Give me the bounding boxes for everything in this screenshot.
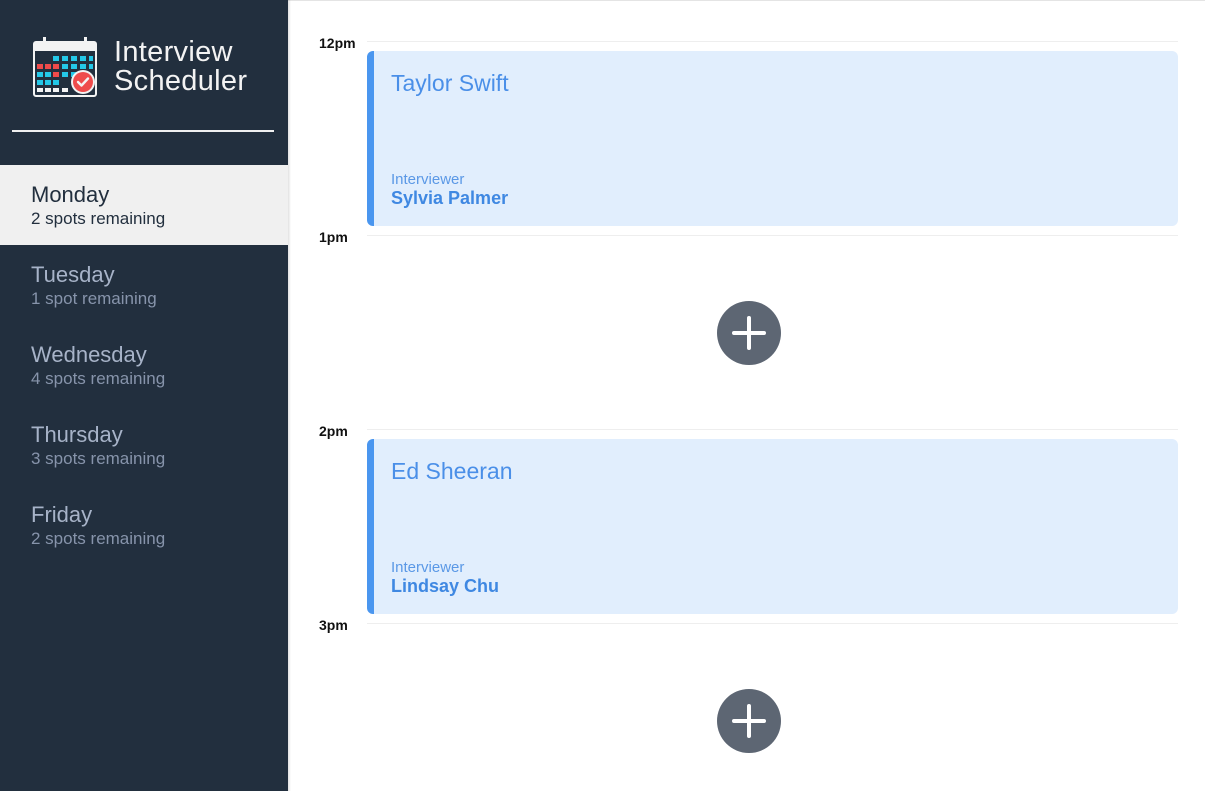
day-item-wednesday[interactable]: Wednesday 4 spots remaining: [0, 325, 288, 405]
time-label-1pm: 1pm: [319, 229, 348, 245]
time-label-2pm: 2pm: [319, 423, 348, 439]
sidebar: Interview Scheduler Monday 2 spots remai…: [0, 0, 288, 791]
app-title-line2: Scheduler: [114, 65, 248, 97]
interviewer-name: Sylvia Palmer: [391, 188, 509, 208]
appointment-card[interactable]: Ed Sheeran Interviewer Lindsay Chu: [367, 439, 1178, 614]
day-spots: 2 spots remaining: [31, 529, 166, 548]
day-list: Monday 2 spots remaining Tuesday 1 spot …: [0, 165, 288, 565]
day-name: Tuesday: [31, 262, 115, 287]
student-name: Ed Sheeran: [391, 458, 513, 484]
time-label-3pm: 3pm: [319, 617, 348, 633]
day-name: Friday: [31, 502, 93, 527]
student-name: Taylor Swift: [391, 70, 509, 96]
sidebar-shadow: [288, 0, 291, 791]
time-label-12pm: 12pm: [319, 35, 356, 51]
day-spots: 3 spots remaining: [31, 449, 166, 468]
day-item-tuesday[interactable]: Tuesday 1 spot remaining: [0, 245, 288, 325]
day-item-friday[interactable]: Friday 2 spots remaining: [0, 485, 288, 565]
app-title: Interview Scheduler: [114, 38, 247, 96]
hour-line: [367, 623, 1178, 624]
day-spots: 4 spots remaining: [31, 369, 166, 388]
day-item-monday[interactable]: Monday 2 spots remaining: [0, 165, 288, 245]
plus-icon: [732, 316, 766, 350]
sidebar-divider: [12, 130, 274, 132]
appointment-card[interactable]: Taylor Swift Interviewer Sylvia Palmer: [367, 51, 1178, 226]
app-title-line1: Interview: [114, 36, 233, 68]
day-spots: 1 spot remaining: [31, 289, 157, 308]
day-name: Thursday: [31, 422, 123, 447]
add-appointment-button[interactable]: [717, 689, 781, 753]
hour-line: [367, 235, 1178, 236]
plus-icon: [732, 704, 766, 738]
day-spots: 2 spots remaining: [31, 209, 166, 228]
schedule: 12pm Taylor Swift Interviewer Sylvia Pal…: [310, 0, 1190, 791]
calendar-check-icon: [33, 37, 97, 97]
brand: Interview Scheduler: [33, 36, 247, 98]
hour-line: [367, 429, 1178, 430]
hour-line: [367, 41, 1178, 42]
add-appointment-button[interactable]: [717, 301, 781, 365]
interviewer-label: Interviewer: [391, 559, 465, 576]
interviewer-label: Interviewer: [391, 171, 465, 188]
day-name: Monday: [31, 182, 110, 207]
day-item-thursday[interactable]: Thursday 3 spots remaining: [0, 405, 288, 485]
interviewer-name: Lindsay Chu: [391, 576, 500, 596]
day-name: Wednesday: [31, 342, 147, 367]
